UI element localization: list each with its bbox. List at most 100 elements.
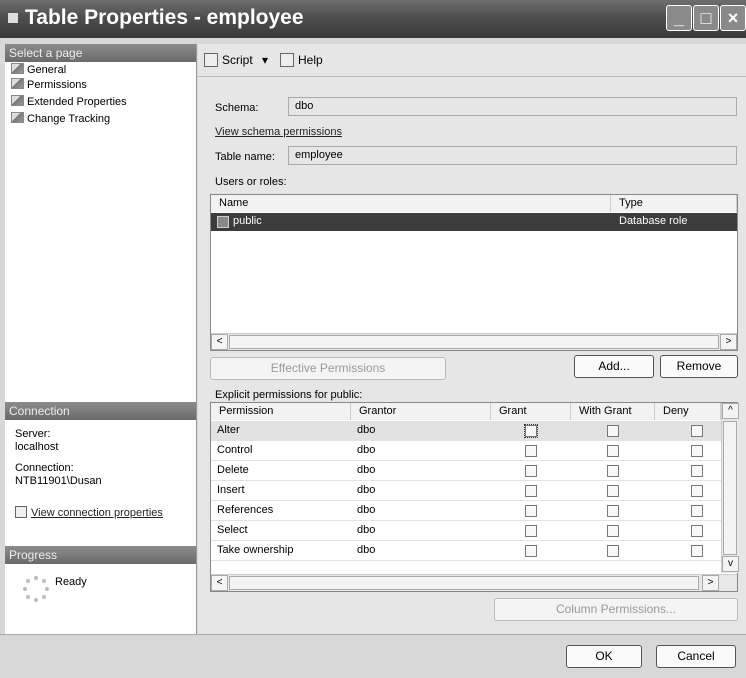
deny-checkbox[interactable] (691, 545, 703, 557)
help-icon (280, 53, 294, 67)
deny-checkbox[interactable] (691, 465, 703, 477)
users-grid: Name Type public Database role < > (210, 194, 738, 351)
table-properties-dialog: Table Properties - employee _ □ × Select… (0, 0, 746, 678)
with-grant-checkbox[interactable] (607, 445, 619, 457)
grant-checkbox[interactable] (525, 485, 537, 497)
perm-header-grantor[interactable]: Grantor (351, 403, 491, 420)
connection-label: Connection: (15, 462, 74, 474)
grant-checkbox[interactable] (525, 445, 537, 457)
close-button[interactable]: × (720, 5, 746, 31)
grant-checkbox[interactable] (525, 465, 537, 477)
script-label: Script (222, 53, 253, 67)
page-icon (11, 63, 24, 74)
ok-button[interactable]: OK (566, 645, 642, 668)
scroll-right-icon[interactable]: > (720, 334, 737, 350)
explicit-permissions-label: Explicit permissions for public: (215, 389, 363, 401)
permission-name: References (217, 504, 274, 516)
effective-permissions-button[interactable]: Effective Permissions (210, 357, 446, 380)
window-menu-icon[interactable] (8, 13, 18, 23)
remove-button[interactable]: Remove (660, 355, 738, 378)
users-header-name[interactable]: Name (211, 195, 611, 212)
table-row[interactable]: Insert dbo (211, 481, 721, 501)
permission-name: Alter (217, 424, 240, 436)
users-header-type[interactable]: Type (611, 195, 737, 212)
permission-grantor: dbo (357, 524, 376, 536)
maximize-button[interactable]: □ (693, 5, 719, 31)
table-row[interactable]: Delete dbo (211, 461, 721, 481)
table-row[interactable]: Select dbo (211, 521, 721, 541)
progress-status: Ready (55, 576, 87, 588)
column-permissions-button[interactable]: Column Permissions... (494, 598, 738, 621)
scroll-thumb[interactable] (229, 335, 719, 349)
scroll-thumb[interactable] (723, 421, 737, 555)
view-connection-properties-link[interactable]: View connection properties (15, 506, 163, 520)
grant-checkbox[interactable] (525, 525, 537, 537)
with-grant-checkbox[interactable] (607, 465, 619, 477)
scroll-right-icon[interactable]: > (702, 575, 719, 591)
permission-grantor: dbo (357, 444, 376, 456)
help-button[interactable]: Help (280, 52, 323, 68)
table-row[interactable]: Take ownership dbo (211, 541, 721, 561)
with-grant-checkbox[interactable] (607, 485, 619, 497)
page-extended-properties[interactable]: Extended Properties (11, 95, 127, 109)
page-change-tracking[interactable]: Change Tracking (11, 112, 110, 126)
with-grant-checkbox[interactable] (607, 545, 619, 557)
chevron-down-icon[interactable]: ▾ (262, 53, 268, 67)
table-row[interactable]: References dbo (211, 501, 721, 521)
users-or-roles-label: Users or roles: (215, 176, 287, 188)
table-row[interactable]: public Database role (211, 213, 737, 231)
users-horizontal-scrollbar[interactable]: < > (211, 333, 737, 350)
help-label: Help (298, 53, 323, 67)
deny-checkbox[interactable] (691, 485, 703, 497)
grant-checkbox[interactable] (525, 505, 537, 517)
minimize-button[interactable]: _ (666, 5, 692, 31)
grant-checkbox[interactable] (524, 424, 538, 438)
permission-name: Insert (217, 484, 245, 496)
scroll-up-icon[interactable]: ^ (722, 403, 739, 419)
title-bar[interactable]: Table Properties - employee _ □ × (0, 0, 746, 38)
page-label: Permissions (27, 79, 87, 91)
connection-value: NTB11901\Dusan (15, 475, 102, 487)
table-row[interactable]: Alter dbo (211, 421, 721, 441)
deny-checkbox[interactable] (691, 425, 703, 437)
schema-label: Schema: (215, 102, 259, 114)
perm-header-deny[interactable]: Deny (655, 403, 721, 420)
permission-name: Delete (217, 464, 249, 476)
with-grant-checkbox[interactable] (607, 525, 619, 537)
add-button[interactable]: Add... (574, 355, 654, 378)
grant-checkbox[interactable] (525, 545, 537, 557)
page-general[interactable]: General (11, 63, 66, 77)
permission-grantor: dbo (357, 544, 376, 556)
scroll-down-icon[interactable]: v (722, 556, 739, 572)
permission-grantor: dbo (357, 484, 376, 496)
user-type: Database role (619, 215, 688, 227)
toolbar: Script ▾ Help (198, 44, 746, 77)
script-button[interactable]: Script ▾ (204, 52, 268, 68)
with-grant-checkbox[interactable] (607, 425, 619, 437)
table-name-field: employee (288, 146, 737, 165)
scroll-left-icon[interactable]: < (211, 575, 228, 591)
cancel-button[interactable]: Cancel (656, 645, 736, 668)
perm-header-permission[interactable]: Permission (211, 403, 351, 420)
deny-checkbox[interactable] (691, 505, 703, 517)
permission-grantor: dbo (357, 504, 376, 516)
connection-header: Connection (5, 402, 196, 420)
view-schema-permissions-link[interactable]: View schema permissions (215, 125, 342, 139)
permission-name: Select (217, 524, 248, 536)
permissions-page: Script ▾ Help Schema: dbo View schema pe… (198, 44, 746, 634)
perm-header-with-grant[interactable]: With Grant (571, 403, 655, 420)
permission-name: Take ownership (217, 544, 294, 556)
permissions-horizontal-scrollbar[interactable]: < > (211, 574, 737, 591)
deny-checkbox[interactable] (691, 525, 703, 537)
permissions-grid: Permission Grantor Grant With Grant Deny… (210, 402, 739, 592)
scroll-thumb[interactable] (229, 576, 699, 590)
page-icon (11, 95, 24, 106)
permissions-vertical-scrollbar[interactable]: ^ v (721, 403, 739, 573)
scroll-left-icon[interactable]: < (211, 334, 228, 350)
perm-header-grant[interactable]: Grant (491, 403, 571, 420)
with-grant-checkbox[interactable] (607, 505, 619, 517)
table-row[interactable]: Control dbo (211, 441, 721, 461)
deny-checkbox[interactable] (691, 445, 703, 457)
server-label: Server: (15, 428, 51, 440)
page-permissions[interactable]: Permissions (11, 78, 87, 92)
